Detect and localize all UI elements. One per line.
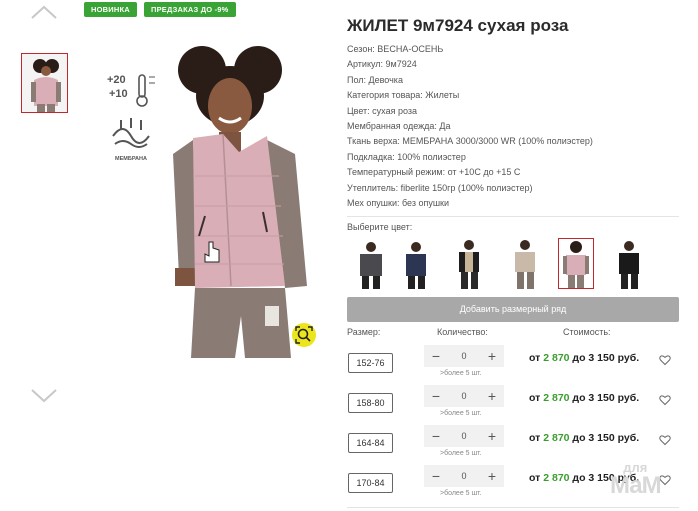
stock-note: >более 5 шт. [440, 450, 482, 457]
price-to: до 3 150 руб. [569, 352, 640, 364]
prop-fur: Мех опушки: без опушки [347, 197, 450, 208]
temp-high-label: +20 [107, 74, 126, 86]
quantity-input[interactable]: 0 [444, 385, 484, 407]
price-from: 2 870 [543, 472, 570, 484]
size-label-164-84: 164-84 [348, 433, 393, 453]
quantity-decrease-button[interactable]: − [426, 385, 446, 407]
price-prefix: от [529, 472, 544, 484]
product-properties: Сезон: ВЕСНА-ОСЕНЬ Артикул: 9м7924 Пол: … [347, 42, 687, 211]
quantity-increase-button[interactable]: + [482, 385, 502, 407]
stock-note: >более 5 шт. [440, 370, 482, 377]
price-prefix: от [529, 392, 544, 404]
quantity-decrease-button[interactable]: − [426, 345, 446, 367]
quantity-stepper: − 0 + [424, 425, 504, 447]
thumbnail-active[interactable] [21, 53, 68, 113]
price-prefix: от [529, 352, 544, 364]
choose-color-label: Выберите цвет: [347, 222, 413, 232]
quantity-stepper: − 0 + [424, 465, 504, 487]
quantity-increase-button[interactable]: + [482, 425, 502, 447]
favorite-heart-icon[interactable] [659, 354, 671, 366]
prop-insulation: Утеплитель: fiberlite 150гр (100% полиэс… [347, 182, 533, 193]
quantity-increase-button[interactable]: + [482, 465, 502, 487]
divider [347, 216, 679, 217]
product-title: ЖИЛЕТ 9м7924 сухая роза [347, 16, 569, 35]
thumbnails-down-chevron-icon[interactable] [30, 388, 58, 404]
price-to: до 3 150 руб. [569, 432, 640, 444]
color-swatch-grey-black[interactable] [351, 238, 387, 289]
stock-note: >более 5 шт. [440, 410, 482, 417]
size-label-170-84: 170-84 [348, 473, 393, 493]
price-from: 2 870 [543, 392, 570, 404]
membrane-label: МЕМБРАНА [115, 156, 147, 162]
color-swatch-dry-rose[interactable] [558, 238, 594, 289]
main-product-image[interactable]: +20 +10 МЕМБРАНА [95, 36, 330, 358]
color-swatch-beige-grey[interactable] [507, 238, 543, 289]
price-range: от 2 870 до 3 150 руб. [529, 432, 639, 444]
price-to: до 3 150 руб. [569, 392, 640, 404]
size-label-152-76: 152-76 [348, 353, 393, 373]
badge-preorder: ПРЕДЗАКАЗ ДО -9% [144, 2, 236, 17]
quantity-input[interactable]: 0 [444, 345, 484, 367]
watermark-logo: для МаМ [610, 461, 662, 499]
membrane-icon: МЕМБРАНА [109, 116, 153, 169]
price-range: от 2 870 до 3 150 руб. [529, 352, 639, 364]
prop-article: Артикул: 9м7924 [347, 59, 417, 70]
size-label-158-80: 158-80 [348, 393, 393, 413]
quantity-decrease-button[interactable]: − [426, 465, 446, 487]
temp-low-label: +10 [109, 88, 128, 100]
price-range: от 2 870 до 3 150 руб. [529, 392, 639, 404]
price-from: 2 870 [543, 352, 570, 364]
quantity-input[interactable]: 0 [444, 425, 484, 447]
quantity-stepper: − 0 + [424, 345, 504, 367]
bottom-divider [347, 507, 679, 508]
price-prefix: от [529, 432, 544, 444]
prop-season: Сезон: ВЕСНА-ОСЕНЬ [347, 44, 444, 54]
favorite-heart-icon[interactable] [659, 394, 671, 406]
quantity-decrease-button[interactable]: − [426, 425, 446, 447]
add-size-range-button[interactable]: Добавить размерный ряд [347, 297, 679, 322]
watermark-bottom: МаМ [610, 472, 662, 499]
badge-new: НОВИНКА [84, 2, 137, 17]
color-swatch-black-beige[interactable] [451, 238, 487, 289]
cost-column-header: Стоимость: [563, 327, 611, 337]
temperature-icon: +20 +10 [107, 71, 157, 118]
prop-membrane: Мембранная одежда: Да [347, 120, 451, 131]
quantity-stepper: − 0 + [424, 385, 504, 407]
prop-temperature: Температурный режим: от +10С до +15 С [347, 167, 521, 178]
prop-lining: Подкладка: 100% полиэстер [347, 151, 466, 162]
quantity-increase-button[interactable]: + [482, 345, 502, 367]
size-column-header: Размер: [347, 327, 381, 337]
price-from: 2 870 [543, 432, 570, 444]
prop-fabric: Ткань верха: МЕМБРАНА 3000/3000 WR (100%… [347, 136, 593, 147]
zoom-icon[interactable] [292, 323, 316, 347]
prop-gender: Пол: Девочка [347, 74, 403, 85]
quantity-input[interactable]: 0 [444, 465, 484, 487]
favorite-heart-icon[interactable] [659, 434, 671, 446]
color-swatch-black[interactable] [611, 238, 647, 289]
prop-color: Цвет: сухая роза [347, 105, 417, 116]
quantity-column-header: Количество: [437, 327, 488, 337]
prop-category: Категория товара: Жилеты [347, 90, 460, 101]
stock-note: >более 5 шт. [440, 490, 482, 497]
color-swatch-navy[interactable] [398, 238, 434, 289]
thumbnails-up-chevron-icon[interactable] [30, 4, 58, 20]
thumbnail-girl-image [22, 54, 67, 112]
